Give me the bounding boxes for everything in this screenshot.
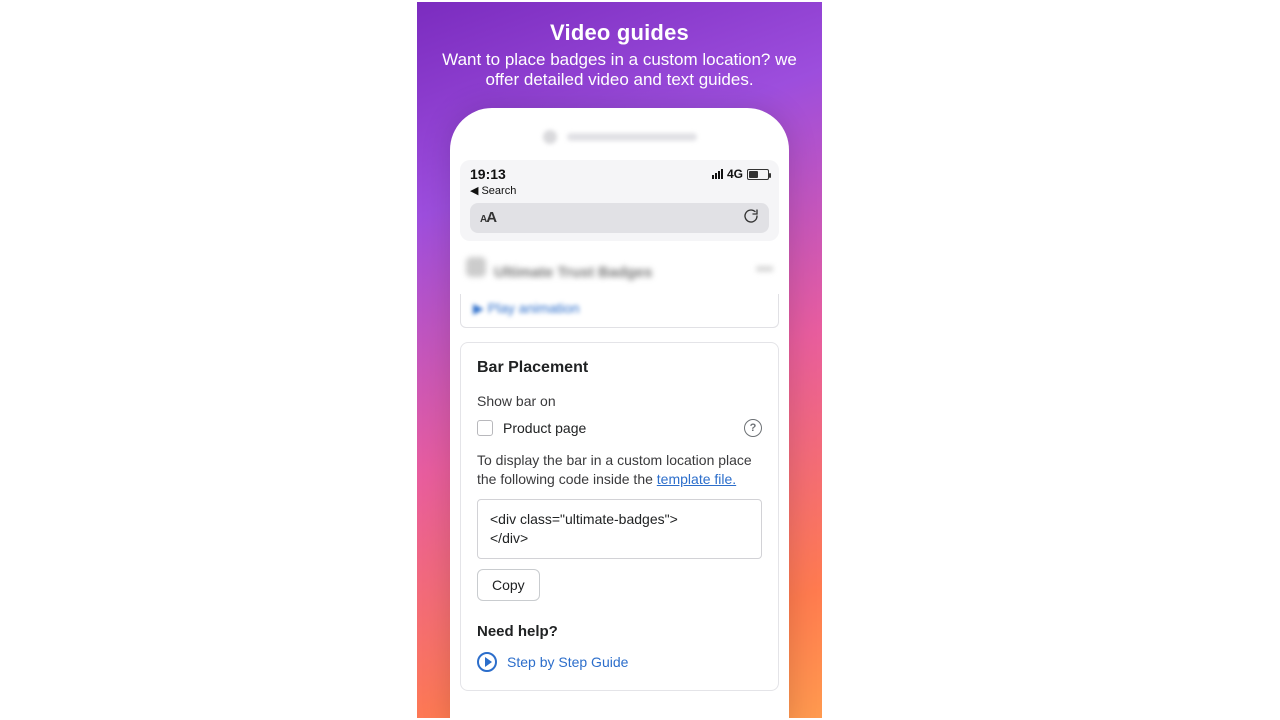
network-label: 4G: [727, 167, 743, 181]
play-animation-strip[interactable]: ▶ Play animation: [460, 294, 779, 328]
url-bar[interactable]: AA: [470, 203, 769, 233]
product-page-checkbox[interactable]: [477, 420, 493, 436]
promo-subtitle: Want to place badges in a custom locatio…: [417, 50, 822, 91]
app-header-blurred: Ultimate Trust Badges •••: [460, 253, 779, 286]
promo-panel: Video guides Want to place badges in a c…: [417, 2, 822, 718]
guide-link-label: Step by Step Guide: [507, 654, 628, 670]
show-bar-on-label: Show bar on: [477, 393, 762, 409]
template-file-link[interactable]: template file.: [657, 471, 736, 487]
back-to-search[interactable]: ◀ Search: [470, 184, 769, 197]
back-chevron-icon: ◀: [470, 184, 478, 197]
browser-chrome: 19:13 4G ◀ Search AA: [460, 160, 779, 241]
blur-dot: [543, 130, 557, 144]
card-title: Bar Placement: [477, 359, 762, 377]
status-time: 19:13: [470, 166, 506, 182]
step-by-step-guide[interactable]: Step by Step Guide: [477, 652, 762, 672]
need-help-heading: Need help?: [477, 623, 762, 640]
play-circle-icon: [477, 652, 497, 672]
product-page-label: Product page: [503, 420, 586, 436]
battery-icon: [747, 169, 769, 180]
back-label: Search: [481, 185, 516, 197]
phone-frame: 19:13 4G ◀ Search AA: [450, 108, 789, 718]
blur-bar: [567, 133, 697, 141]
bar-placement-card: Bar Placement Show bar on Product page ?…: [460, 342, 779, 691]
reload-icon[interactable]: [743, 208, 759, 229]
status-right: 4G: [712, 167, 769, 181]
copy-button[interactable]: Copy: [477, 569, 540, 601]
promo-title: Video guides: [417, 20, 822, 46]
custom-location-desc: To display the bar in a custom location …: [477, 451, 762, 489]
text-size-icon[interactable]: AA: [480, 209, 496, 227]
help-icon[interactable]: ?: [744, 419, 762, 437]
phone-top-blur: [460, 122, 779, 152]
signal-icon: [712, 169, 723, 179]
code-snippet[interactable]: <div class="ultimate-badges"> </div>: [477, 499, 762, 559]
